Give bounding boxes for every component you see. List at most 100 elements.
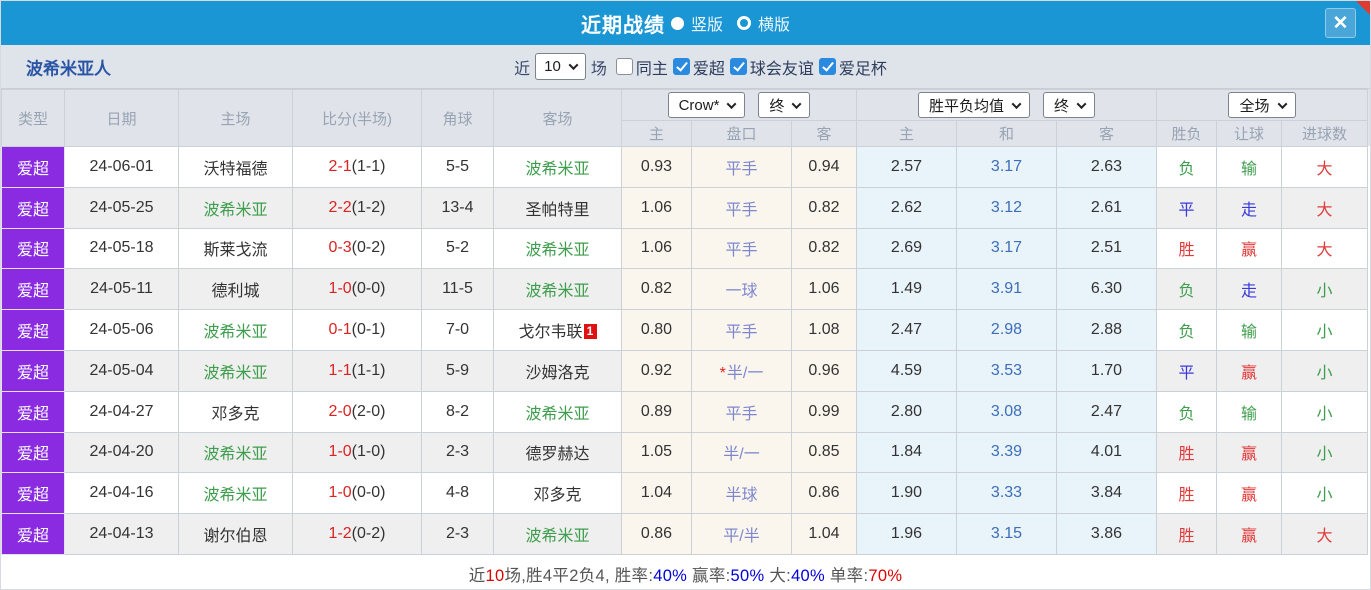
league-type-cell: 爱超 [1,390,65,433]
odds-source-select[interactable]: 胜平负均值 [917,92,1030,118]
handicap-line: 平手 [725,405,758,423]
chevron-down-icon [568,60,579,71]
result-wdl-cell: 负 [1156,268,1217,311]
ah-away-odds-cell: 0.86 [791,472,857,515]
score-cell: 1-2(0-2) [292,513,422,555]
recent-results-panel: 近期战绩 竖版 横版 ✕ 波希米亚人 近 10 场 同主爱超球会友谊爱足杯 [0,0,1371,590]
summary-segment: 场,胜4平2负4, 胜率: [504,566,654,585]
result-wdl-cell: 负 [1156,309,1217,351]
fulltime-score: 1-0 [328,280,352,298]
checkbox-unchecked-icon[interactable] [615,58,633,75]
home-team-cell: 德利城 [178,268,293,311]
away-team-cell: 波希米亚 [493,390,622,433]
away-team-cell: 沙姆洛克 [493,349,622,392]
away-team-name: 波希米亚 [525,242,590,260]
result-wdl-cell: 负 [1156,146,1217,188]
odds-away-cell: 1.70 [1056,349,1157,392]
odds-draw-cell: 3.91 [956,268,1057,311]
corners-cell: 2-3 [421,513,494,555]
radio-vertical-label: 竖版 [690,17,723,34]
away-team-cell: 戈尔韦联 1 [493,309,622,351]
corners-cell: 5-2 [421,227,494,270]
checkbox-checked-icon[interactable] [729,58,747,75]
result-goals-cell: 小 [1281,472,1368,515]
fulltime-score: 0-3 [328,239,352,257]
summary-segment: 单率: [825,566,869,585]
odds-away-cell: 2.63 [1056,146,1157,188]
ah-home-odds-cell: 1.06 [621,186,692,229]
match-date-cell: 24-05-18 [64,227,179,270]
table-row: 爱超 24-04-13 谢尔伯恩 1-2(0-2) 2-3 波希米亚 0.86 … [1,513,1368,555]
match-date-cell: 24-04-13 [64,513,179,555]
match-date-cell: 24-05-04 [64,349,179,392]
handicap-line: 平手 [725,324,758,342]
checkbox-checked-icon[interactable] [672,58,690,75]
layout-radio-vertical[interactable]: 竖版 [670,11,723,35]
odds-away-cell: 3.84 [1056,472,1157,515]
halftime-score: (1-1) [351,361,386,379]
match-date-cell: 24-04-16 [64,472,179,515]
match-date-cell: 24-04-20 [64,431,179,474]
corners-cell: 8-2 [421,390,494,433]
odds-home-cell: 1.84 [856,431,957,474]
handicap-time-value: 终 [769,97,785,115]
table-row: 爱超 24-04-27 邓多克 2-0(2-0) 8-2 波希米亚 0.89 平… [1,390,1368,433]
summary-segment: 赢率: [687,566,731,585]
handicap-time-select[interactable]: 终 [758,92,811,118]
match-date-cell: 24-06-01 [64,146,179,188]
away-team-name: 圣帕特里 [525,201,590,219]
chevron-down-icon [1277,98,1287,109]
away-team-name: 波希米亚 [525,160,590,178]
fulltime-score: 1-1 [328,361,352,379]
result-wdl-cell: 胜 [1156,431,1217,474]
league-type-cell: 爱超 [1,268,65,311]
handicap-line: 半球 [725,487,758,505]
close-button[interactable]: ✕ [1325,8,1356,38]
away-team-name: 波希米亚 [525,283,590,301]
close-icon: ✕ [1332,12,1349,34]
match-count-select[interactable]: 10 [535,53,586,80]
table-row: 爱超 24-05-25 波希米亚 2-2(1-2) 13-4 圣帕特里 1.06… [1,186,1368,229]
halftime-score: (1-0) [351,443,386,461]
halftime-score: (2-0) [351,402,386,420]
results-table: 类型 日期 主场 比分(半场) 角球 客场 Crow* 终 胜平负均值 终 全场… [1,89,1368,555]
title-cluster: 近期战绩 竖版 横版 [581,9,790,38]
table-row: 爱超 24-04-20 波希米亚 1-0(1-0) 2-3 德罗赫达 1.05 … [1,431,1368,474]
layout-radio-horizontal[interactable]: 横版 [737,11,790,35]
home-team-cell: 波希米亚 [178,472,293,515]
table-row: 爱超 24-05-04 波希米亚 1-1(1-1) 5-9 沙姆洛克 0.92 … [1,349,1368,392]
away-team-name: 邓多克 [533,487,582,505]
handicap-line: 一球 [725,283,758,301]
league-type-cell: 爱超 [1,349,65,392]
matches-label: 场 [590,60,607,78]
handicap-company-select[interactable]: Crow* [667,92,746,118]
filter-checkbox-group[interactable]: 同主 [615,55,668,79]
filter-checkbox-group[interactable]: 爱超 [672,55,725,79]
summary-line: 近10场,胜4平2负4, 胜率:40% 赢率:50% 大:40% 单率:70% [469,562,903,586]
filter-checkbox-group[interactable]: 爱足杯 [818,55,887,79]
filter-checkbox-group[interactable]: 球会友谊 [729,55,814,79]
result-scope-select[interactable]: 全场 [1228,92,1296,118]
table-row: 爱超 24-06-01 沃特福德 2-1(1-1) 5-5 波希米亚 0.93 … [1,146,1368,188]
handicap-line: 平/半 [723,528,760,546]
result-handicap-cell: 赢 [1216,472,1282,515]
dialog-title: 近期战绩 [580,14,665,37]
checkbox-checked-icon[interactable] [818,58,836,75]
fulltime-score: 0-1 [328,321,352,339]
odds-time-select[interactable]: 终 [1043,92,1096,118]
ah-away-odds-cell: 1.06 [791,268,857,311]
home-team-cell: 波希米亚 [178,309,293,351]
result-wdl-cell: 胜 [1156,513,1217,555]
league-type-cell: 爱超 [1,309,65,351]
result-handicap-cell: 赢 [1216,431,1282,474]
checkbox-label: 同主 [635,60,668,78]
halftime-score: (1-1) [351,157,386,175]
result-goals-cell: 小 [1281,390,1368,433]
star-marker: * [719,364,726,382]
away-team-name: 波希米亚 [525,405,590,423]
subheader-result-handicap: 让球 [1216,120,1282,147]
home-team-cell: 波希米亚 [178,349,293,392]
score-cell: 0-1(0-1) [292,309,422,351]
summary-segment: 10 [485,566,505,585]
chevron-down-icon [1011,98,1022,109]
